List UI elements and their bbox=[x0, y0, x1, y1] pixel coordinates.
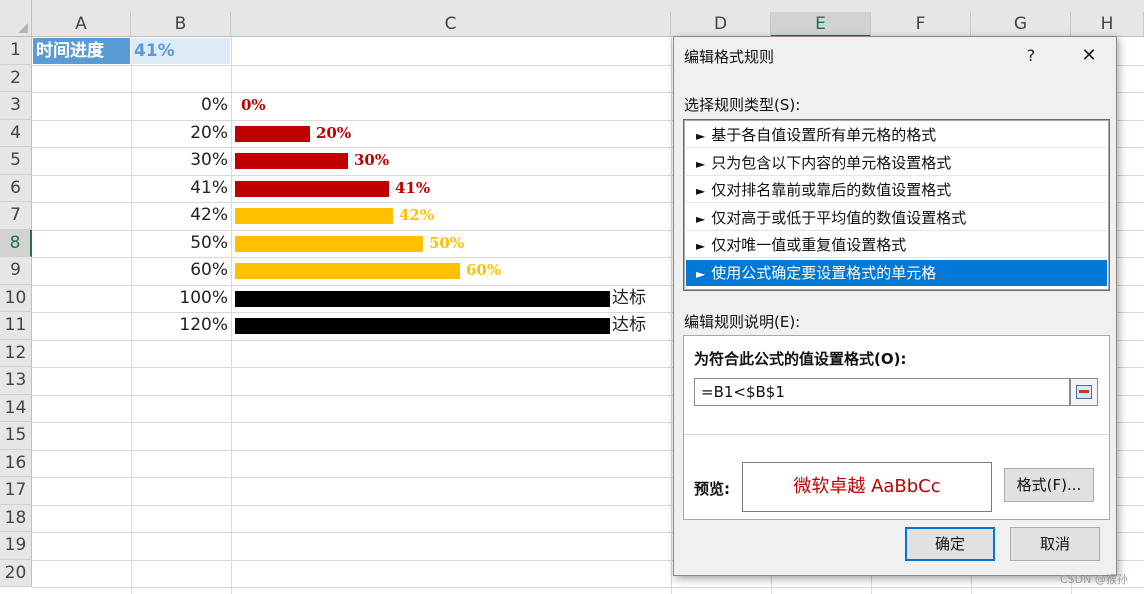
cell-b5[interactable]: 30% bbox=[131, 147, 228, 174]
rule-type-label: 仅对唯一值或重复值设置格式 bbox=[711, 236, 907, 254]
triangle-right-icon: ► bbox=[696, 184, 706, 198]
cell-b3[interactable]: 0% bbox=[131, 92, 228, 119]
rule-type-label: 仅对高于或低于平均值的数值设置格式 bbox=[711, 208, 967, 227]
triangle-right-icon: ► bbox=[696, 129, 706, 143]
cancel-button[interactable]: 取消 bbox=[1010, 527, 1100, 561]
row-header-13[interactable]: 13 bbox=[0, 367, 32, 395]
row-header-2[interactable]: 2 bbox=[0, 64, 32, 92]
formula-input[interactable]: =B1<$B$1 bbox=[694, 378, 1070, 406]
edit-rule-description-label: 编辑规则说明(E): bbox=[684, 313, 801, 331]
row-header-10[interactable]: 10 bbox=[0, 284, 32, 312]
rule-type-label: 使用公式确定要设置格式的单元格 bbox=[711, 263, 937, 282]
triangle-right-icon: ► bbox=[696, 239, 706, 253]
rule-type-item[interactable]: ► 仅对高于或低于平均值的数值设置格式 bbox=[686, 205, 1107, 231]
collapse-dialog-button[interactable] bbox=[1070, 378, 1098, 406]
column-header-h[interactable]: H bbox=[1071, 12, 1144, 37]
rule-type-item[interactable]: ► 使用公式确定要设置格式的单元格 bbox=[686, 259, 1107, 286]
rule-type-item[interactable]: ► 仅对排名靠前或靠后的数值设置格式 bbox=[686, 177, 1107, 203]
rule-type-item[interactable]: ► 仅对唯一值或重复值设置格式 bbox=[686, 232, 1107, 258]
progress-bar-row-10 bbox=[235, 290, 610, 307]
description-divider bbox=[684, 434, 1109, 435]
cell-b6[interactable]: 41% bbox=[131, 175, 228, 202]
column-header-e[interactable]: E bbox=[771, 12, 871, 37]
column-header-c[interactable]: C bbox=[231, 12, 671, 37]
format-button[interactable]: 格式(F)... bbox=[1004, 468, 1094, 502]
rule-type-item[interactable]: ► 基于各自值设置所有单元格的格式 bbox=[686, 122, 1107, 148]
rule-description-panel: 为符合此公式的值设置格式(O): =B1<$B$1 预览: 微软卓越 AaBbC… bbox=[683, 335, 1110, 520]
gridline-col bbox=[231, 37, 232, 594]
cell-a1[interactable]: 时间进度 bbox=[33, 38, 130, 64]
gridline-row bbox=[32, 587, 1144, 588]
cell-b1[interactable]: 41% bbox=[131, 38, 230, 64]
bar-label-row-8: 50% bbox=[429, 233, 465, 252]
select-all-triangle-icon bbox=[18, 23, 28, 33]
cell-b4[interactable]: 20% bbox=[131, 120, 228, 147]
formula-heading: 为符合此公式的值设置格式(O): bbox=[694, 350, 907, 368]
watermark: CSDN @猴孙 bbox=[1060, 573, 1128, 586]
help-button[interactable]: ? bbox=[1014, 41, 1048, 71]
progress-bar-row-11 bbox=[235, 318, 610, 334]
row-header-8[interactable]: 8 bbox=[0, 229, 32, 257]
row-header-16[interactable]: 16 bbox=[0, 449, 32, 477]
row-header-11[interactable]: 11 bbox=[0, 312, 32, 340]
row-header-17[interactable]: 17 bbox=[0, 477, 32, 505]
edit-format-rule-dialog: 编辑格式规则 ? ✕ 选择规则类型(S): ► 基于各自值设置所有单元格的格式 ► 只… bbox=[673, 36, 1117, 576]
bar-label-row-10: 达标 bbox=[612, 287, 646, 308]
row-header-12[interactable]: 12 bbox=[0, 339, 32, 367]
rule-type-label: 只为包含以下内容的单元格设置格式 bbox=[711, 153, 952, 172]
column-header-f[interactable]: F bbox=[871, 12, 971, 37]
rule-type-item[interactable]: ► 只为包含以下内容的单元格设置格式 bbox=[686, 150, 1107, 176]
triangle-right-icon: ► bbox=[696, 211, 706, 226]
row-header-19[interactable]: 19 bbox=[0, 532, 32, 560]
column-header-a[interactable]: A bbox=[32, 12, 131, 37]
row-header-7[interactable]: 7 bbox=[0, 202, 32, 230]
gridline-col bbox=[671, 37, 672, 594]
select-all-corner[interactable] bbox=[0, 0, 32, 37]
column-header-g[interactable]: G bbox=[971, 12, 1071, 37]
bar-label-row-9: 60% bbox=[466, 261, 502, 279]
cell-b10[interactable]: 100% bbox=[131, 285, 228, 312]
progress-bar-row-7 bbox=[235, 208, 393, 224]
progress-bar-row-8 bbox=[235, 235, 423, 252]
row-header-6[interactable]: 6 bbox=[0, 174, 32, 202]
close-icon[interactable]: ✕ bbox=[1072, 41, 1106, 71]
select-rule-type-label: 选择规则类型(S): bbox=[684, 96, 801, 114]
bar-label-row-3: 0% bbox=[241, 96, 266, 114]
bar-label-row-4: 20% bbox=[316, 123, 352, 142]
row-header-18[interactable]: 18 bbox=[0, 504, 32, 532]
bar-label-row-7: 42% bbox=[399, 206, 435, 224]
row-header-9[interactable]: 9 bbox=[0, 257, 32, 285]
row-header-14[interactable]: 14 bbox=[0, 394, 32, 422]
rule-type-list[interactable]: ► 基于各自值设置所有单元格的格式 ► 只为包含以下内容的单元格设置格式 ► 仅对排名靠前… bbox=[683, 119, 1110, 291]
row-header-5[interactable]: 5 bbox=[0, 147, 32, 175]
progress-bar-row-4 bbox=[235, 125, 310, 142]
header-top-strip bbox=[32, 0, 1144, 12]
column-header-b[interactable]: B bbox=[131, 12, 231, 37]
row-header-20[interactable]: 20 bbox=[0, 559, 32, 587]
preview-label: 预览: bbox=[694, 480, 730, 498]
triangle-right-icon: ► bbox=[696, 156, 706, 171]
ok-button[interactable]: 确定 bbox=[905, 527, 995, 561]
cell-b7[interactable]: 42% bbox=[131, 202, 228, 229]
bar-label-row-5: 30% bbox=[354, 151, 390, 169]
column-header-d[interactable]: D bbox=[671, 12, 771, 37]
row-header-1[interactable]: 1 bbox=[0, 37, 32, 65]
row-header-3[interactable]: 3 bbox=[0, 92, 32, 120]
rule-type-label: 仅对排名靠前或靠后的数值设置格式 bbox=[711, 181, 952, 199]
rule-type-label: 基于各自值设置所有单元格的格式 bbox=[711, 126, 937, 144]
row-header-15[interactable]: 15 bbox=[0, 422, 32, 450]
preview-box: 微软卓越 AaBbCc bbox=[742, 462, 992, 512]
cell-b11[interactable]: 120% bbox=[131, 312, 228, 339]
cell-b9[interactable]: 60% bbox=[131, 257, 228, 284]
dialog-title: 编辑格式规则 bbox=[684, 48, 775, 66]
bar-label-row-6: 41% bbox=[395, 178, 431, 197]
range-select-icon-mark bbox=[1079, 390, 1089, 393]
row-header-4[interactable]: 4 bbox=[0, 119, 32, 147]
bar-label-row-11: 达标 bbox=[612, 315, 646, 335]
triangle-right-icon: ► bbox=[696, 266, 706, 281]
progress-bar-row-6 bbox=[235, 180, 389, 197]
progress-bar-row-5 bbox=[235, 153, 348, 169]
progress-bar-row-9 bbox=[235, 263, 460, 279]
cell-b8[interactable]: 50% bbox=[131, 230, 228, 257]
